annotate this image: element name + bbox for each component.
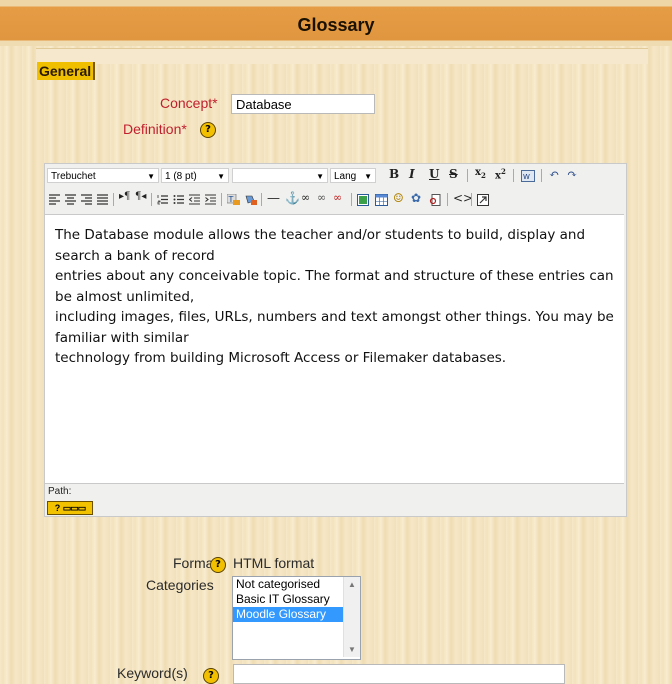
format-value: HTML format [233,555,315,571]
special-char-icon[interactable]: ✿ [411,191,421,205]
keywords-label: Keyword(s) [117,665,188,681]
content-line: technology from building Microsoft Acces… [55,350,507,366]
redo-icon[interactable]: ↷ [567,167,577,181]
anchor-icon[interactable]: ⚓ [285,191,300,205]
toolbar-divider [113,193,114,206]
toolbar-divider [151,193,152,206]
align-left-icon[interactable] [49,194,60,205]
definition-help-icon[interactable]: ? [200,122,216,138]
align-justify-icon[interactable] [97,194,108,205]
search-replace-icon[interactable] [429,194,441,206]
toolbar-divider [447,193,448,206]
chevron-down-icon: ▼ [147,172,155,181]
toolbar-divider [351,193,352,206]
font-family-value: Trebuchet [51,171,96,182]
font-size-value: 1 (8 pt) [165,171,197,182]
underline-icon[interactable]: U [429,167,439,181]
smiley-icon[interactable]: ☺ [393,191,404,205]
nolink-icon[interactable]: ∞ [317,191,326,204]
editor-toolbar-row-2: ▸¶ ¶◂ T — ⚓ ∞ ∞ ∞ ☺ ✿ <> [45,188,626,210]
format-help-icon[interactable]: ? [210,557,226,573]
language-select[interactable]: Lang ▼ [330,168,376,183]
bold-icon[interactable]: B [389,167,399,181]
align-right-icon[interactable] [81,194,92,205]
unordered-list-icon[interactable] [173,194,184,205]
content-line: entries about any conceivable topic. The… [55,268,614,305]
toolbar-divider [221,193,222,206]
category-option[interactable]: Not categorised [233,577,344,592]
content-line: including images, files, URLs, numbers a… [55,309,614,346]
section-legend: General [37,62,96,80]
toolbar-divider [541,169,542,182]
font-size-select[interactable]: 1 (8 pt) ▼ [161,168,229,183]
keyboard-icon: ▭▭▭ [62,503,86,513]
format-block-select[interactable]: ▼ [232,168,328,183]
superscript-icon[interactable]: x2 [495,167,506,181]
fullscreen-icon[interactable] [477,194,489,206]
italic-icon[interactable]: I [409,167,415,181]
keyboard-help-icon[interactable]: ? ▭▭▭ [47,501,93,515]
toolbar-divider [467,169,468,182]
scroll-down-icon[interactable]: ▼ [348,645,356,654]
page-title: Glossary [297,15,375,35]
definition-editor-area[interactable]: The Database module allows the teacher a… [45,214,624,484]
insert-table-icon[interactable] [375,194,388,206]
editor-path-label: Path: [48,486,72,497]
undo-icon[interactable]: ↶ [549,167,559,181]
scroll-up-icon[interactable]: ▲ [348,580,356,589]
fieldset-frame [36,48,648,64]
insert-image-icon[interactable] [357,194,369,206]
horizontal-rule-icon[interactable]: — [267,191,280,206]
svg-text:W: W [523,173,530,181]
rtl-direction-icon[interactable]: ¶◂ [135,191,146,202]
concept-input[interactable] [231,94,375,114]
background-color-icon[interactable] [244,194,257,205]
svg-text:T: T [228,195,234,204]
categories-label: Categories [146,577,214,593]
unlink-icon[interactable]: ∞ [333,191,342,204]
font-family-select[interactable]: Trebuchet ▼ [47,168,159,183]
toolbar-divider [513,169,514,182]
content-line: The Database module allows the teacher a… [55,227,586,264]
categories-listbox[interactable]: Not categorised Basic IT Glossary Moodle… [232,576,361,660]
concept-label: Concept* [160,95,218,111]
category-option[interactable]: Basic IT Glossary [233,592,344,607]
ordered-list-icon[interactable] [157,194,168,205]
ltr-direction-icon[interactable]: ▸¶ [119,191,130,202]
paste-word-icon[interactable]: W [521,170,535,182]
title-bar: Glossary [0,0,672,46]
editor-toolbar-row-1: Trebuchet ▼ 1 (8 pt) ▼ ▼ Lang ▼ B I U S x2 … [45,164,626,186]
indent-icon[interactable] [205,194,216,205]
subscript-icon[interactable]: x2 [475,167,486,180]
toolbar-divider [261,193,262,206]
language-value: Lang [334,171,357,182]
listbox-scrollbar[interactable]: ▲ ▼ [343,577,360,657]
html-editor: Trebuchet ▼ 1 (8 pt) ▼ ▼ Lang ▼ B I U S x2 … [44,163,627,517]
category-option-selected[interactable]: Moodle Glossary [233,607,344,622]
definition-label: Definition* [123,121,187,137]
chevron-down-icon: ▼ [316,172,324,181]
keywords-input[interactable] [233,664,565,684]
text-color-icon[interactable]: T [227,194,240,205]
toolbar-divider [471,193,472,206]
strikethrough-icon[interactable]: S [449,167,458,181]
chevron-down-icon: ▼ [364,172,372,181]
align-center-icon[interactable] [65,194,76,205]
outdent-icon[interactable] [189,194,200,205]
help-glyph: ? [54,503,61,513]
link-icon[interactable]: ∞ [301,191,310,204]
chevron-down-icon: ▼ [217,172,225,181]
